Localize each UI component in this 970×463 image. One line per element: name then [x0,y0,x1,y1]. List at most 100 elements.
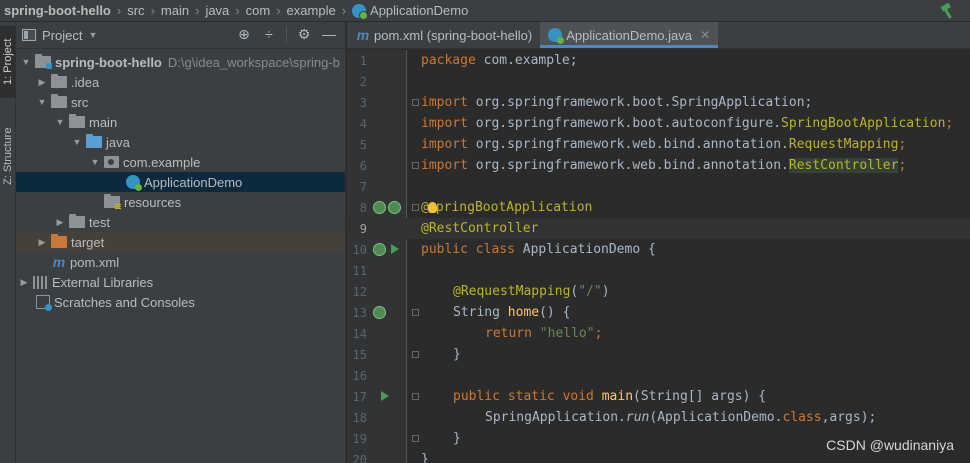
folder-icon [51,94,67,108]
tree-node-project-root[interactable]: ▼ spring-boot-hello D:\g\idea_workspace\… [16,52,345,72]
line-number: 17 [352,389,367,404]
code-line: 18 SpringApplication.run(ApplicationDemo… [347,407,970,428]
code-line: 15 } [347,344,970,365]
tab-project-tool-window[interactable]: 1: Project [0,26,16,98]
tree-node-label: com.example [123,154,201,170]
fold-marker-icon[interactable] [412,204,419,211]
project-panel-header: Project ▼ ⊕ ÷ ⚙ — [16,22,345,49]
gear-icon[interactable]: ⚙ [296,26,312,42]
spring-bean-icon[interactable] [373,306,386,319]
code-text: import org.springframework.web.bind.anno… [421,137,907,152]
tree-node-com-example[interactable]: ▼ com.example [16,152,345,172]
line-number: 13 [352,305,367,320]
fold-marker-icon[interactable] [412,309,419,316]
code-text: String home() { [453,305,571,320]
chevron-down-icon[interactable]: ▼ [88,30,97,40]
tree-node-target[interactable]: ▶ target [16,232,345,252]
breadcrumb-project[interactable]: spring-boot-hello [4,3,111,18]
chevron-down-icon[interactable]: ▼ [36,97,48,107]
module-folder-icon [35,54,52,69]
chevron-right-icon[interactable]: ▶ [54,217,66,228]
code-line: 13 String home() { [347,302,970,323]
locate-target-icon[interactable]: ⊕ [236,26,252,42]
breadcrumb-src[interactable]: src [127,3,144,18]
line-number: 8 [359,200,367,215]
tree-node-test[interactable]: ▶ test [16,212,345,232]
tree-node-label: spring-boot-hello [55,54,162,70]
tree-node-idea[interactable]: ▶ .idea [16,72,345,92]
hide-minus-icon[interactable]: — [321,26,337,42]
tab-pom-xml[interactable]: m pom.xml (spring-boot-hello) [347,22,540,48]
breadcrumb-separator: › [195,3,200,18]
breadcrumb-separator: › [276,3,281,18]
tab-structure-tool-window[interactable]: Z: Structure [0,114,16,198]
tab-applicationdemo-java[interactable]: ApplicationDemo.java ✕ [540,22,719,48]
watermark: CSDN @wudinaniya [826,437,954,453]
tree-node-external-libraries[interactable]: ▶ External Libraries [16,272,345,292]
build-hammer-icon[interactable] [938,2,956,20]
toolbar-divider [286,26,287,42]
chevron-down-icon[interactable]: ▼ [71,137,83,147]
project-tool-window-label: 1: Project [2,38,14,86]
chevron-right-icon[interactable]: ▶ [36,237,48,248]
code-line: 10 public class ApplicationDemo { [347,239,970,260]
tree-node-resources[interactable]: resources [16,192,345,212]
line-number: 18 [352,410,367,425]
project-window-icon [22,29,36,41]
run-icon[interactable] [381,391,389,401]
project-panel-title[interactable]: Project [42,28,82,43]
chevron-right-icon[interactable]: ▶ [18,277,30,288]
spring-leaf-icon[interactable] [388,201,401,214]
chevron-down-icon[interactable]: ▼ [54,117,66,127]
line-number: 7 [359,179,367,194]
tree-node-pom-xml[interactable]: m pom.xml [16,252,345,272]
tree-node-scratches[interactable]: Scratches and Consoles [16,292,345,312]
fold-marker-icon[interactable] [412,435,419,442]
class-icon [352,3,369,20]
line-number: 11 [352,263,367,278]
folder-icon [69,214,85,228]
line-number: 14 [352,326,367,341]
code-line: 6 import org.springframework.web.bind.an… [347,155,970,176]
package-icon [104,156,119,168]
tree-node-java[interactable]: ▼ java [16,132,345,152]
class-icon [126,175,142,191]
code-text: } [421,452,429,463]
code-text: package com.example; [421,53,578,68]
code-text: } [453,347,461,362]
spring-bean-icon[interactable] [373,243,386,256]
fold-marker-icon[interactable] [412,393,419,400]
breadcrumb-java[interactable]: java [205,3,229,18]
chevron-right-icon[interactable]: ▶ [36,77,48,88]
code-text: return "hello"; [485,326,603,341]
breadcrumb-example[interactable]: example [287,3,336,18]
tree-node-src[interactable]: ▼ src [16,92,345,112]
tab-label: pom.xml (spring-boot-hello) [374,27,533,43]
line-number: 16 [352,368,367,383]
run-icon[interactable] [391,244,399,254]
code-line: 7 [347,176,970,197]
code-text: import org.springframework.boot.SpringAp… [421,95,813,110]
spring-bean-icon[interactable] [373,201,386,214]
code-text: SpringApplication.run(ApplicationDemo.cl… [485,410,877,425]
tree-node-main[interactable]: ▼ main [16,112,345,132]
line-number: 6 [359,158,367,173]
editor-tab-bar: m pom.xml (spring-boot-hello) Applicatio… [347,22,970,49]
line-number: 3 [359,95,367,110]
fold-marker-icon[interactable] [412,99,419,106]
tree-node-applicationdemo[interactable]: ApplicationDemo [16,172,345,192]
collapse-all-icon[interactable]: ÷ [261,26,277,42]
close-icon[interactable]: ✕ [700,28,710,42]
breadcrumb-applicationdemo[interactable]: ApplicationDemo [370,3,468,18]
tab-label: ApplicationDemo.java [566,27,692,43]
tree-node-label: java [106,134,130,150]
fold-marker-icon[interactable] [412,351,419,358]
chevron-down-icon[interactable]: ▼ [20,57,32,67]
fold-marker-icon[interactable] [412,162,419,169]
breadcrumb-com[interactable]: com [246,3,271,18]
breadcrumb-main[interactable]: main [161,3,189,18]
code-editor[interactable]: 1 package com.example; 2 3 import org.sp… [347,50,970,463]
excluded-folder-icon [51,234,67,248]
chevron-down-icon[interactable]: ▼ [89,157,101,167]
breadcrumb-separator: › [235,3,240,18]
